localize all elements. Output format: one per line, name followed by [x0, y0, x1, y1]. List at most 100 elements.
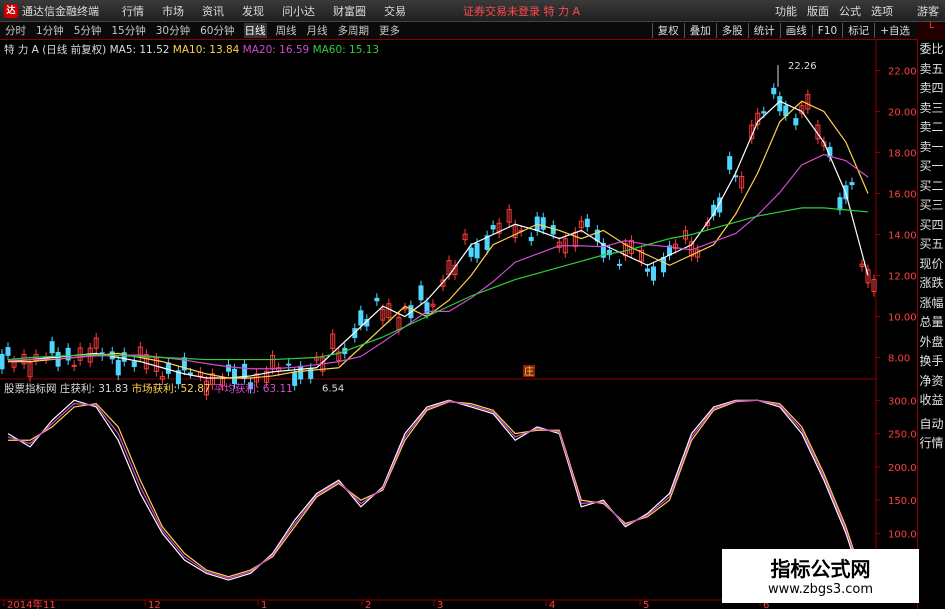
- candle-body: [298, 365, 304, 380]
- tool-add-watch[interactable]: +自选: [874, 23, 915, 38]
- candle-body: [358, 310, 364, 326]
- price-label: 18.00: [888, 149, 917, 160]
- watermark-title: 指标公式网: [770, 557, 871, 581]
- period-more[interactable]: 更多: [378, 23, 401, 38]
- price-label: 10.00: [888, 313, 917, 324]
- adjust-mode: (日线 前复权): [42, 44, 107, 56]
- menu-function[interactable]: 功能: [775, 3, 797, 19]
- period-1min[interactable]: 1分钟: [35, 23, 65, 38]
- tool-mark[interactable]: 标记: [842, 23, 874, 38]
- side-item-15: 外盘: [919, 334, 944, 349]
- main-legend: 特 力 A (日线 前复权) MA5: 11.52 MA10: 13.84 MA…: [4, 42, 379, 57]
- ma20-line: [7, 153, 869, 370]
- side-item-5: 卖一: [919, 139, 944, 154]
- side-item-18: 收益: [919, 393, 944, 407]
- menu-item-wealth[interactable]: 财富圈: [333, 3, 366, 19]
- period-multi[interactable]: 多周期: [337, 23, 371, 38]
- ind-label: 300.0: [888, 396, 917, 407]
- ma20-label: MA20: 16.59: [242, 44, 310, 56]
- menu-item-trade[interactable]: 交易: [384, 3, 406, 19]
- ind-label: 200.0: [888, 463, 917, 474]
- candle-body: [115, 360, 121, 376]
- stock-name: 特 力 A: [4, 44, 39, 56]
- date-label: 4: [549, 600, 555, 609]
- side-item-1: 卖五: [919, 61, 944, 76]
- period-timeshare[interactable]: 分时: [4, 23, 27, 38]
- side-item-bottom-1[interactable]: 行情: [918, 434, 945, 454]
- price-label: 16.00: [888, 190, 917, 201]
- indicator-legend: 股票指标网 庄获利: 31.83 市场获利: 52.87 平均获利: 63.11: [4, 381, 293, 396]
- ind-label: 100.0: [888, 529, 917, 540]
- ma5-line: [7, 100, 869, 379]
- menu-guest[interactable]: 游客: [917, 3, 939, 19]
- quote-side-panel: 委比 卖五 卖四 卖三 卖二 卖一 买一 买二 买三 买四 买五 现价 涨跌 涨幅 总量 外盘 换手 净资 收益 自动…: [917, 40, 945, 609]
- tool-stats[interactable]: 统计: [747, 23, 780, 38]
- menu-formula[interactable]: 公式: [839, 3, 861, 19]
- candle-body: [793, 118, 799, 126]
- period-60min[interactable]: 60分钟: [199, 23, 235, 38]
- candle-body: [550, 225, 556, 235]
- title-bar: 达 通达信金融终端 行情 市场 资讯 发现 问小达 财富圈 交易 证券交易未登录…: [0, 0, 945, 22]
- ind-label: 150.0: [888, 496, 917, 507]
- login-warning: 证券交易未登录 特 力 A: [463, 4, 581, 18]
- price-label: 22.00: [888, 67, 917, 78]
- tool-multi-stock[interactable]: 多股: [715, 23, 748, 38]
- app-logo-icon: 达: [4, 3, 18, 18]
- menu-item-ask[interactable]: 问小达: [282, 3, 315, 19]
- candle-body: [644, 268, 650, 272]
- menu-item-discover[interactable]: 发现: [242, 3, 264, 19]
- candle-body: [187, 372, 193, 375]
- watermark: 指标公式网 www.zbgs3.com: [722, 549, 919, 603]
- ind-name: 股票指标网: [4, 383, 57, 395]
- tool-overlay[interactable]: 叠加: [683, 23, 716, 38]
- ind-c-label: 平均获利: 63.11: [213, 383, 293, 395]
- period-monthly[interactable]: 月线: [306, 23, 329, 38]
- period-daily[interactable]: 日线: [243, 23, 267, 38]
- price-label: 12.00: [888, 272, 917, 283]
- candle-body: [650, 266, 656, 281]
- candle-body: [131, 361, 137, 368]
- chart-area[interactable]: 22.00 20.00 18.00 16.00 14.00 12.00 10.00 8.00 3…: [0, 40, 918, 609]
- period-5min[interactable]: 5分钟: [73, 23, 103, 38]
- title-right-menu: 功能 版面 公式 选项 游客: [765, 0, 939, 21]
- side-item-0: 委比: [919, 42, 944, 56]
- candle-body: [584, 218, 590, 228]
- candle-body: [292, 372, 298, 386]
- ma10-line: [8, 100, 869, 379]
- price-label: 8.00: [888, 354, 910, 365]
- menu-item-quotes[interactable]: 行情: [122, 3, 144, 19]
- side-item-9: 买四: [919, 217, 944, 232]
- side-l-badge[interactable]: L: [918, 22, 945, 40]
- tool-draw[interactable]: 画线: [779, 23, 812, 38]
- period-30min[interactable]: 30分钟: [155, 23, 191, 38]
- side-item-6: 买一: [919, 159, 944, 173]
- side-item-11: 现价: [919, 256, 944, 271]
- candle-body: [286, 363, 292, 366]
- low-annotation: 6.54: [322, 383, 344, 394]
- tool-adjust[interactable]: 复权: [651, 23, 684, 38]
- menu-layout[interactable]: 版面: [807, 3, 829, 19]
- ind-b-label: 市场获利: 52.87: [131, 383, 211, 395]
- candle-body: [49, 341, 55, 354]
- ind-a-label: 庄获利: 31.83: [59, 383, 129, 395]
- side-item-bottom-0[interactable]: 自动: [918, 415, 945, 435]
- menu-item-news[interactable]: 资讯: [202, 3, 224, 19]
- candle-body: [616, 263, 622, 266]
- date-label: 2014年: [7, 598, 42, 609]
- app-title: 通达信金融终端: [22, 4, 99, 18]
- date-label: 1: [261, 600, 267, 609]
- period-weekly[interactable]: 周线: [275, 23, 298, 38]
- menu-options[interactable]: 选项: [871, 3, 893, 19]
- menu-item-market[interactable]: 市场: [162, 3, 184, 19]
- high-annotation: 22.26: [788, 61, 817, 72]
- candle-body: [0, 353, 5, 370]
- ma10-label: MA10: 13.84: [172, 44, 240, 56]
- candle-body: [71, 364, 77, 367]
- side-item-10: 买五: [919, 237, 944, 251]
- candle-body: [771, 87, 777, 95]
- period-15min[interactable]: 15分钟: [110, 23, 146, 38]
- zhuang-marker: 庄: [524, 365, 534, 378]
- side-item-3: 卖三: [919, 100, 944, 115]
- candle-body: [468, 247, 474, 257]
- tool-f10[interactable]: F10: [811, 24, 842, 37]
